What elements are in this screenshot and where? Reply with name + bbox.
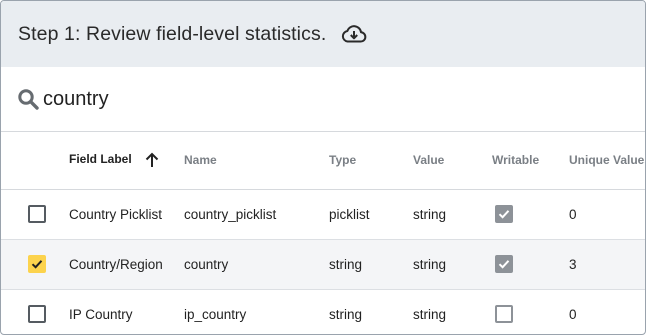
table-header-row: Field Label Name Type Value Writable Uni… bbox=[1, 132, 645, 189]
column-header-writable[interactable]: Writable bbox=[492, 132, 569, 189]
unique-values-cell: 3 bbox=[569, 256, 577, 272]
column-header-value[interactable]: Value bbox=[413, 132, 492, 189]
value-cell: string bbox=[413, 206, 447, 222]
row-select-checkbox[interactable] bbox=[28, 305, 46, 323]
row-select-checkbox[interactable] bbox=[28, 205, 46, 223]
name-cell: ip_country bbox=[184, 306, 247, 322]
value-cell: string bbox=[413, 256, 447, 272]
search-icon bbox=[17, 88, 39, 110]
unique-values-cell: 0 bbox=[569, 206, 577, 222]
column-header-name[interactable]: Name bbox=[184, 132, 329, 189]
search-bar bbox=[1, 67, 645, 132]
name-cell: country_picklist bbox=[184, 206, 277, 222]
table-row: Country Picklist country_picklist pickli… bbox=[1, 189, 645, 239]
checkmark-icon bbox=[498, 210, 510, 219]
writable-checkbox bbox=[495, 205, 513, 223]
field-statistics-panel: Step 1: Review field-level statistics. F… bbox=[0, 0, 646, 335]
row-select-checkbox[interactable] bbox=[28, 255, 46, 273]
value-cell: string bbox=[413, 306, 447, 322]
writable-checkbox bbox=[495, 305, 513, 323]
writable-checkbox bbox=[495, 255, 513, 273]
name-cell: country bbox=[184, 256, 229, 272]
column-header-type[interactable]: Type bbox=[329, 132, 413, 189]
field-label-cell: Country/Region bbox=[69, 256, 163, 272]
cloud-download-icon[interactable] bbox=[340, 22, 368, 46]
table-row: Country/Region country string string 3 bbox=[1, 239, 645, 289]
column-header-unique-values[interactable]: Unique Values bbox=[569, 132, 645, 189]
unique-values-cell: 0 bbox=[569, 306, 577, 322]
select-column-header bbox=[1, 132, 69, 189]
column-header-label: Field Label bbox=[69, 152, 132, 167]
column-header-field-label[interactable]: Field Label bbox=[69, 132, 184, 189]
type-cell: string bbox=[329, 306, 363, 322]
step-header: Step 1: Review field-level statistics. bbox=[1, 1, 645, 67]
type-cell: string bbox=[329, 256, 363, 272]
checkmark-icon bbox=[498, 260, 510, 269]
checkmark-icon bbox=[31, 260, 43, 269]
step-title: Step 1: Review field-level statistics. bbox=[18, 22, 327, 45]
sort-ascending-icon[interactable] bbox=[143, 151, 161, 169]
table-row: IP Country ip_country string string 0 bbox=[1, 289, 645, 334]
field-label-cell: Country Picklist bbox=[69, 206, 163, 222]
type-cell: picklist bbox=[329, 206, 370, 222]
field-stats-table: Field Label Name Type Value Writable Uni… bbox=[1, 132, 645, 334]
field-label-cell: IP Country bbox=[69, 306, 133, 322]
search-input[interactable] bbox=[43, 84, 603, 114]
